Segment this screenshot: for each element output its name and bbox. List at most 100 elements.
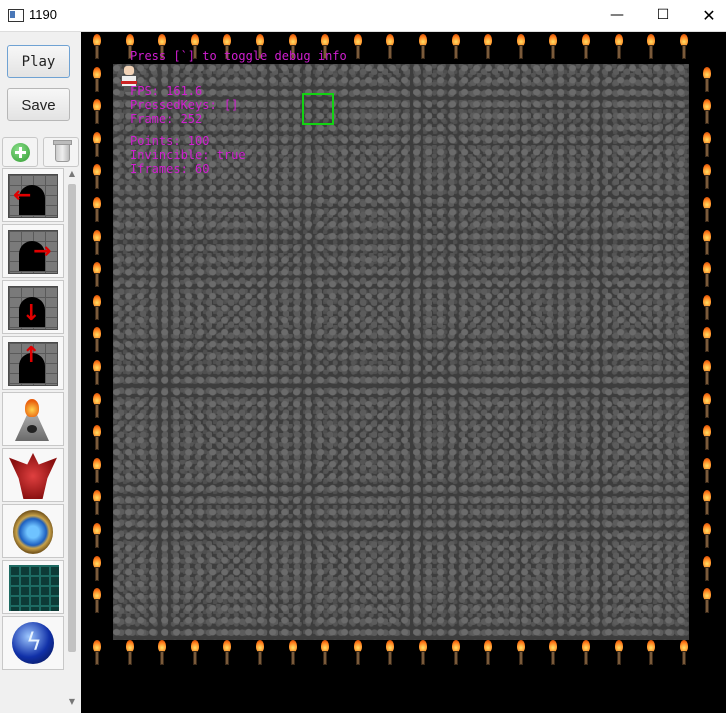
torch-icon (702, 99, 712, 125)
torch-icon (157, 640, 167, 666)
torch-icon (92, 164, 102, 190)
torch-icon (702, 425, 712, 451)
tool-row (1, 137, 80, 167)
torch-icon (92, 425, 102, 451)
torch-icon (92, 360, 102, 386)
torch-icon (702, 164, 712, 190)
debug-fps: FPS: 161.6 (130, 84, 203, 98)
torch-icon (702, 490, 712, 516)
torch-icon (92, 99, 102, 125)
trash-icon (53, 140, 72, 162)
title-bar: 1190 — ☐ ✕ (0, 0, 726, 32)
editor-palette: Play Save ← → ↓ ↑ ϟ ▲ ▼ (0, 32, 81, 713)
torch-icon (702, 523, 712, 549)
torch-icon (702, 197, 712, 223)
torch-icon (702, 132, 712, 158)
torch-icon (92, 393, 102, 419)
torch-icon (679, 34, 689, 60)
scroll-down-arrow-icon[interactable]: ▼ (66, 696, 78, 708)
torch-icon (646, 640, 656, 666)
torch-icon (702, 230, 712, 256)
torch-icon (548, 34, 558, 60)
torch-icon (92, 523, 102, 549)
palette-item-door-left[interactable]: ← (2, 168, 64, 222)
palette-item-fountain[interactable] (2, 392, 64, 446)
torch-icon (702, 327, 712, 353)
torch-icon (353, 640, 363, 666)
maximize-button[interactable]: ☐ (640, 0, 686, 31)
torch-icon (581, 34, 591, 60)
torch-icon (320, 640, 330, 666)
maze-tile-icon (9, 565, 59, 611)
add-button[interactable] (2, 137, 38, 167)
torch-icon (702, 458, 712, 484)
minimize-button[interactable]: — (594, 0, 640, 31)
fountain-icon (15, 399, 49, 441)
torch-icon (679, 640, 689, 666)
tile-selection-cursor (302, 93, 334, 125)
torch-icon (483, 640, 493, 666)
torch-icon (92, 490, 102, 516)
debug-iframes: Iframes: 60 (130, 162, 210, 176)
game-canvas[interactable]: Press [`] to toggle debug info FPS: 161.… (82, 32, 726, 713)
torch-icon (385, 34, 395, 60)
scroll-up-arrow-icon[interactable]: ▲ (66, 168, 78, 180)
torch-icon (451, 640, 461, 666)
torch-icon (451, 34, 461, 60)
portal-icon (13, 510, 53, 554)
palette-item-door-right[interactable]: → (2, 224, 64, 278)
torch-icon (288, 640, 298, 666)
palette-item-door-down[interactable]: ↓ (2, 280, 64, 334)
close-button[interactable]: ✕ (686, 0, 726, 31)
palette-item-maze-tile[interactable] (2, 560, 64, 614)
palette-item-dragon[interactable] (2, 448, 64, 502)
torch-icon (92, 262, 102, 288)
torch-icon (353, 34, 363, 60)
torch-icon (92, 327, 102, 353)
debug-pressed-keys: PressedKeys: [] (130, 98, 239, 112)
torch-icon (548, 640, 558, 666)
delete-button[interactable] (43, 137, 79, 167)
torch-icon (190, 640, 200, 666)
torch-icon (92, 295, 102, 321)
torch-icon (92, 34, 102, 60)
torch-icon (92, 640, 102, 666)
debug-hint: Press [`] to toggle debug info (130, 49, 347, 63)
torch-icon (702, 556, 712, 582)
scrollbar-thumb[interactable] (68, 184, 76, 652)
torch-icon (581, 640, 591, 666)
window-title: 1190 (29, 7, 57, 22)
torch-icon (92, 197, 102, 223)
dragon-icon (9, 453, 57, 499)
save-button[interactable]: Save (7, 88, 70, 121)
door-left-icon: ← (8, 174, 58, 218)
torch-icon (92, 458, 102, 484)
torch-icon (702, 262, 712, 288)
torch-icon (614, 640, 624, 666)
torch-icon (385, 640, 395, 666)
torch-icon (92, 67, 102, 93)
torch-icon (614, 34, 624, 60)
torch-icon (483, 34, 493, 60)
torch-icon (702, 588, 712, 614)
palette-item-lightning-orb[interactable] (2, 616, 64, 670)
debug-invincible: Invincible: true (130, 148, 246, 162)
torch-icon (702, 67, 712, 93)
torch-icon (702, 393, 712, 419)
torch-icon (92, 132, 102, 158)
object-list: ← → ↓ ↑ (1, 168, 65, 708)
lightning-orb-icon (12, 622, 54, 664)
debug-points: Points: 100 (130, 134, 210, 148)
torch-icon (702, 360, 712, 386)
torch-icon (516, 640, 526, 666)
door-down-icon: ↓ (8, 286, 58, 330)
palette-item-door-up[interactable]: ↑ (2, 336, 64, 390)
play-button[interactable]: Play (7, 45, 70, 78)
right-arrow-icon: → (33, 239, 52, 264)
torch-icon (255, 640, 265, 666)
torch-icon (516, 34, 526, 60)
torch-icon (418, 640, 428, 666)
palette-scrollbar[interactable]: ▲ ▼ (66, 168, 78, 708)
torch-icon (92, 230, 102, 256)
palette-item-portal[interactable] (2, 504, 64, 558)
